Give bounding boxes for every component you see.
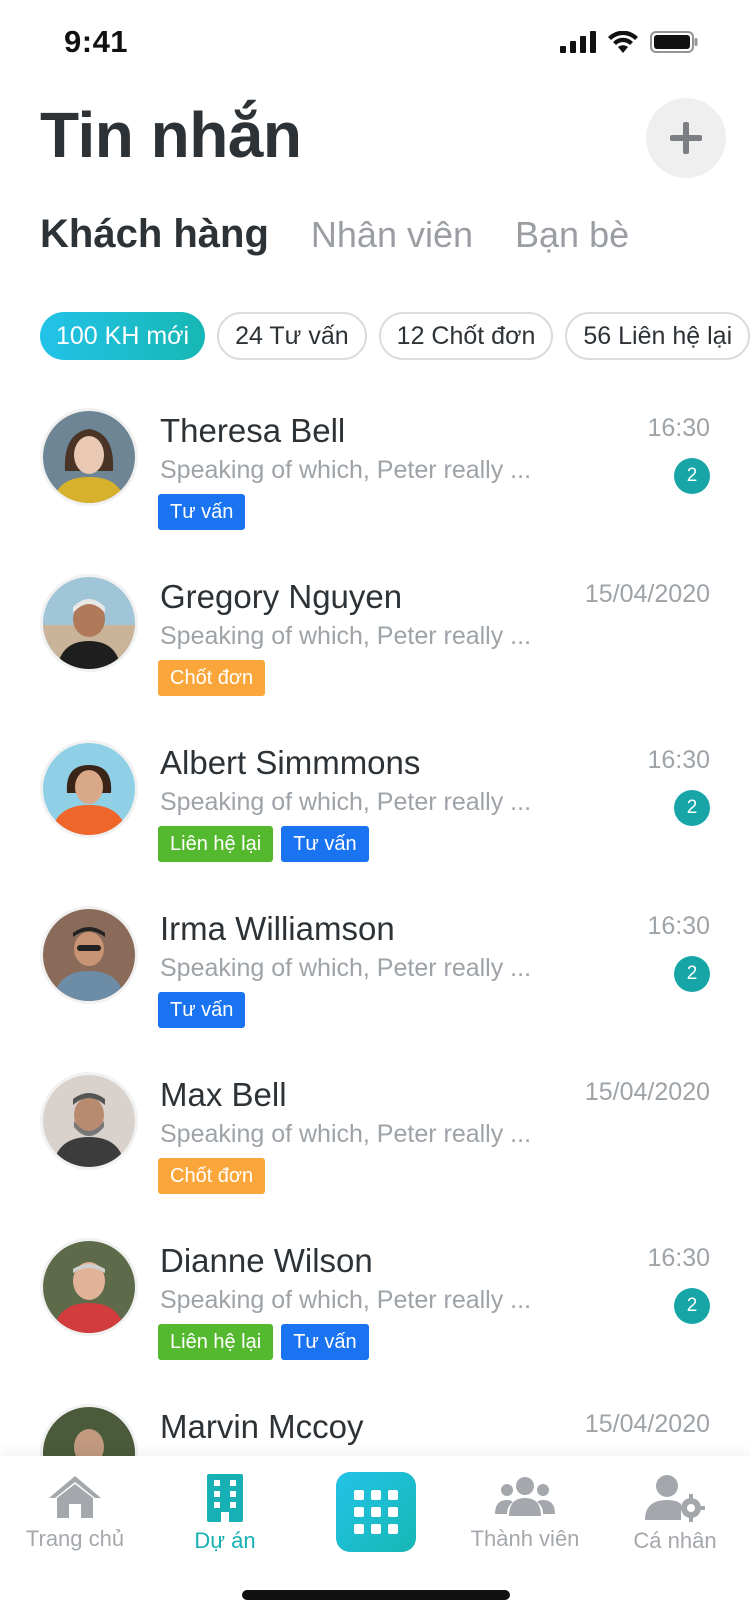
contact-name: Marvin Mccoy bbox=[160, 1408, 364, 1445]
unread-badge: 2 bbox=[674, 790, 710, 826]
tag-list: Chốt đơn bbox=[158, 660, 266, 696]
message-preview: Speaking of which, Peter really ... bbox=[160, 1286, 532, 1314]
unread-badge: 2 bbox=[674, 1288, 710, 1324]
message-time: 15/04/2020 bbox=[584, 580, 710, 608]
conversation-row[interactable]: Irma Williamson Speaking of which, Peter… bbox=[0, 894, 750, 1066]
status-bar: 9:41 bbox=[0, 0, 750, 92]
conversation-row[interactable]: Max Bell Speaking of which, Peter really… bbox=[0, 1060, 750, 1232]
contact-name: Irma Williamson bbox=[160, 910, 395, 947]
tag-list: Tư vấn bbox=[158, 494, 246, 530]
tab-ban-be[interactable]: Bạn bè bbox=[515, 214, 629, 256]
nav-projects-label: Dự án bbox=[194, 1528, 256, 1553]
tab-khach-hang[interactable]: Khách hàng bbox=[40, 212, 269, 257]
filter-chip-new-customers[interactable]: 100 KH mới bbox=[40, 312, 206, 360]
message-time: 16:30 bbox=[647, 1244, 710, 1272]
avatar bbox=[43, 1241, 135, 1333]
tab-nhan-vien[interactable]: Nhân viên bbox=[311, 214, 473, 256]
avatar bbox=[43, 1075, 135, 1167]
nav-home-label: Trang chủ bbox=[25, 1526, 125, 1551]
message-time: 16:30 bbox=[647, 746, 710, 774]
tab-bar: Khách hàng Nhân viên Bạn bè bbox=[40, 212, 671, 257]
nav-members[interactable]: Thành viên bbox=[450, 1474, 600, 1552]
message-time: 15/04/2020 bbox=[584, 1078, 710, 1106]
nav-projects[interactable]: Dự án bbox=[150, 1474, 300, 1554]
avatar bbox=[43, 577, 135, 669]
unread-badge: 2 bbox=[674, 956, 710, 992]
status-icons bbox=[560, 31, 698, 53]
grid-icon bbox=[354, 1490, 398, 1534]
tag-list: Tư vấn bbox=[158, 992, 246, 1028]
nav-home[interactable]: Trang chủ bbox=[0, 1474, 150, 1552]
contact-name: Theresa Bell bbox=[160, 412, 346, 449]
message-preview: Speaking of which, Peter really ... bbox=[160, 954, 532, 982]
contact-name: Max Bell bbox=[160, 1076, 287, 1113]
user-settings-icon bbox=[645, 1475, 705, 1522]
message-preview: Speaking of which, Peter really ... bbox=[160, 456, 532, 484]
conversation-list: Theresa Bell Speaking of which, Peter re… bbox=[0, 396, 750, 1456]
conversation-row[interactable]: Theresa Bell Speaking of which, Peter re… bbox=[0, 396, 750, 568]
nav-members-label: Thành viên bbox=[470, 1526, 580, 1551]
message-preview: Speaking of which, Peter really ... bbox=[160, 622, 532, 650]
message-preview: Speaking of which, Peter really ... bbox=[160, 1120, 532, 1148]
conversation-row[interactable]: Marvin Mccoy 15/04/2020 bbox=[0, 1392, 750, 1456]
contact-name: Dianne Wilson bbox=[160, 1242, 373, 1279]
home-indicator bbox=[242, 1590, 510, 1600]
filter-chips: 100 KH mới 24 Tư vấn 12 Chốt đơn 56 Liên… bbox=[40, 312, 750, 360]
cellular-signal-icon bbox=[560, 31, 596, 53]
tag-tu-van: Tư vấn bbox=[281, 826, 369, 862]
battery-icon bbox=[650, 31, 698, 53]
filter-chip-lien-he-lai[interactable]: 56 Liên hệ lại bbox=[565, 312, 750, 360]
new-message-button[interactable] bbox=[646, 98, 726, 178]
contact-name: Gregory Nguyen bbox=[160, 578, 403, 615]
conversation-row[interactable]: Dianne Wilson Speaking of which, Peter r… bbox=[0, 1226, 750, 1398]
tag-lien-he-lai: Liên hệ lại bbox=[158, 826, 274, 862]
tag-list: Liên hệ lại Tư vấn bbox=[158, 826, 369, 862]
home-icon bbox=[49, 1476, 101, 1518]
nav-profile-label: Cá nhân bbox=[633, 1528, 717, 1553]
avatar bbox=[43, 411, 135, 503]
building-icon bbox=[207, 1474, 243, 1522]
conversation-row[interactable]: Gregory Nguyen Speaking of which, Peter … bbox=[0, 562, 750, 734]
tag-chot-don: Chốt đơn bbox=[158, 1158, 266, 1194]
message-time: 16:30 bbox=[647, 414, 710, 442]
filter-chip-tu-van[interactable]: 24 Tư vấn bbox=[217, 312, 367, 360]
avatar bbox=[43, 1407, 135, 1456]
users-icon bbox=[495, 1477, 555, 1516]
contact-name: Albert Simmmons bbox=[160, 744, 421, 781]
unread-badge: 2 bbox=[674, 458, 710, 494]
nav-profile[interactable]: Cá nhân bbox=[600, 1474, 750, 1554]
tag-tu-van: Tư vấn bbox=[281, 1324, 369, 1360]
filter-chip-chot-don[interactable]: 12 Chốt đơn bbox=[378, 312, 554, 360]
avatar bbox=[43, 743, 135, 835]
tag-list: Liên hệ lại Tư vấn bbox=[158, 1324, 369, 1360]
plus-icon bbox=[670, 122, 702, 154]
tag-list: Chốt đơn bbox=[158, 1158, 266, 1194]
status-time: 9:41 bbox=[64, 24, 129, 59]
tag-tu-van: Tư vấn bbox=[158, 494, 246, 530]
avatar bbox=[43, 909, 135, 1001]
message-time: 16:30 bbox=[647, 912, 710, 940]
wifi-icon bbox=[608, 31, 638, 53]
nav-apps-button[interactable] bbox=[336, 1472, 416, 1552]
tag-tu-van: Tư vấn bbox=[158, 992, 246, 1028]
message-time: 15/04/2020 bbox=[584, 1410, 710, 1438]
message-preview: Speaking of which, Peter really ... bbox=[160, 788, 532, 816]
conversation-row[interactable]: Albert Simmmons Speaking of which, Peter… bbox=[0, 728, 750, 900]
tag-lien-he-lai: Liên hệ lại bbox=[158, 1324, 274, 1360]
page-title: Tin nhắn bbox=[40, 99, 302, 171]
tag-chot-don: Chốt đơn bbox=[158, 660, 266, 696]
